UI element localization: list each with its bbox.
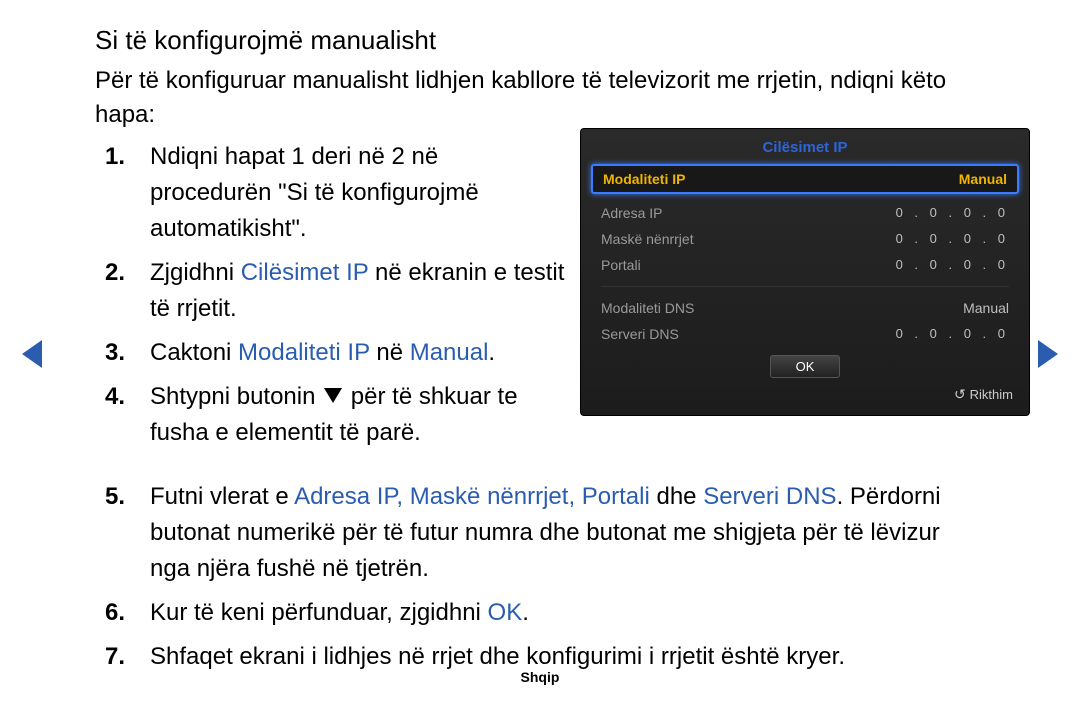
down-arrow-icon bbox=[324, 388, 342, 403]
step-text: Shfaqet ekrani i lidhjes në rrjet dhe ko… bbox=[150, 643, 845, 670]
step-4: 4. Shtypni butonin për të shkuar te fush… bbox=[95, 379, 565, 451]
row-label: Serveri DNS bbox=[601, 326, 679, 342]
step-3: 3. Caktoni Modaliteti IP në Manual. bbox=[95, 335, 565, 371]
step-6: 6. Kur të keni përfunduar, zjgidhni OK. bbox=[95, 595, 985, 631]
step-num: 3. bbox=[105, 335, 125, 371]
step-num: 2. bbox=[105, 255, 125, 291]
prev-page-arrow[interactable] bbox=[22, 340, 42, 368]
row-label: Modaliteti DNS bbox=[601, 300, 694, 316]
ip-address-row[interactable]: Adresa IP 0 . 0 . 0 . 0 bbox=[601, 200, 1009, 226]
ok-button[interactable]: OK bbox=[770, 355, 840, 378]
step-num: 5. bbox=[105, 479, 125, 515]
ip-settings-panel: Cilësimet IP Modaliteti IP Manual Adresa… bbox=[580, 128, 1030, 416]
row-value: 0 . 0 . 0 . 0 bbox=[896, 231, 1009, 247]
return-label: Rikthim bbox=[970, 387, 1013, 402]
step-text: Ndiqni hapat 1 deri në 2 në procedurën "… bbox=[150, 143, 479, 242]
step-num: 4. bbox=[105, 379, 125, 415]
row-value: 0 . 0 . 0 . 0 bbox=[896, 257, 1009, 273]
row-label: Portali bbox=[601, 257, 641, 273]
ip-mode-value: Manual bbox=[959, 171, 1007, 187]
page-footer: Shqip bbox=[0, 669, 1080, 685]
ip-mode-label: Modaliteti IP bbox=[603, 171, 685, 187]
ip-mode-row[interactable]: Modaliteti IP Manual bbox=[591, 164, 1019, 194]
return-icon: ↻ bbox=[954, 386, 966, 403]
step-num: 1. bbox=[105, 139, 125, 175]
row-label: Maskë nënrrjet bbox=[601, 231, 694, 247]
row-value: 0 . 0 . 0 . 0 bbox=[896, 326, 1009, 342]
dns-server-row[interactable]: Serveri DNS 0 . 0 . 0 . 0 bbox=[601, 321, 1009, 347]
return-button[interactable]: ↻ Rikthim bbox=[581, 384, 1029, 405]
step-1: 1. Ndiqni hapat 1 deri në 2 në procedurë… bbox=[95, 139, 565, 247]
separator bbox=[601, 286, 1009, 287]
next-page-arrow[interactable] bbox=[1038, 340, 1058, 368]
row-value: 0 . 0 . 0 . 0 bbox=[896, 205, 1009, 221]
gateway-row[interactable]: Portali 0 . 0 . 0 . 0 bbox=[601, 252, 1009, 278]
dns-mode-row[interactable]: Modaliteti DNS Manual bbox=[601, 295, 1009, 321]
panel-title: Cilësimet IP bbox=[581, 129, 1029, 164]
step-num: 6. bbox=[105, 595, 125, 631]
intro-text: Për të konfiguruar manualisht lidhjen ka… bbox=[95, 64, 985, 131]
row-value: Manual bbox=[963, 300, 1009, 316]
step-5: 5. Futni vlerat e Adresa IP, Maskë nënrr… bbox=[95, 479, 985, 587]
row-label: Adresa IP bbox=[601, 205, 662, 221]
page-title: Si të konfigurojmë manualisht bbox=[95, 25, 985, 56]
step-2: 2. Zjgidhni Cilësimet IP në ekranin e te… bbox=[95, 255, 565, 327]
subnet-mask-row[interactable]: Maskë nënrrjet 0 . 0 . 0 . 0 bbox=[601, 226, 1009, 252]
